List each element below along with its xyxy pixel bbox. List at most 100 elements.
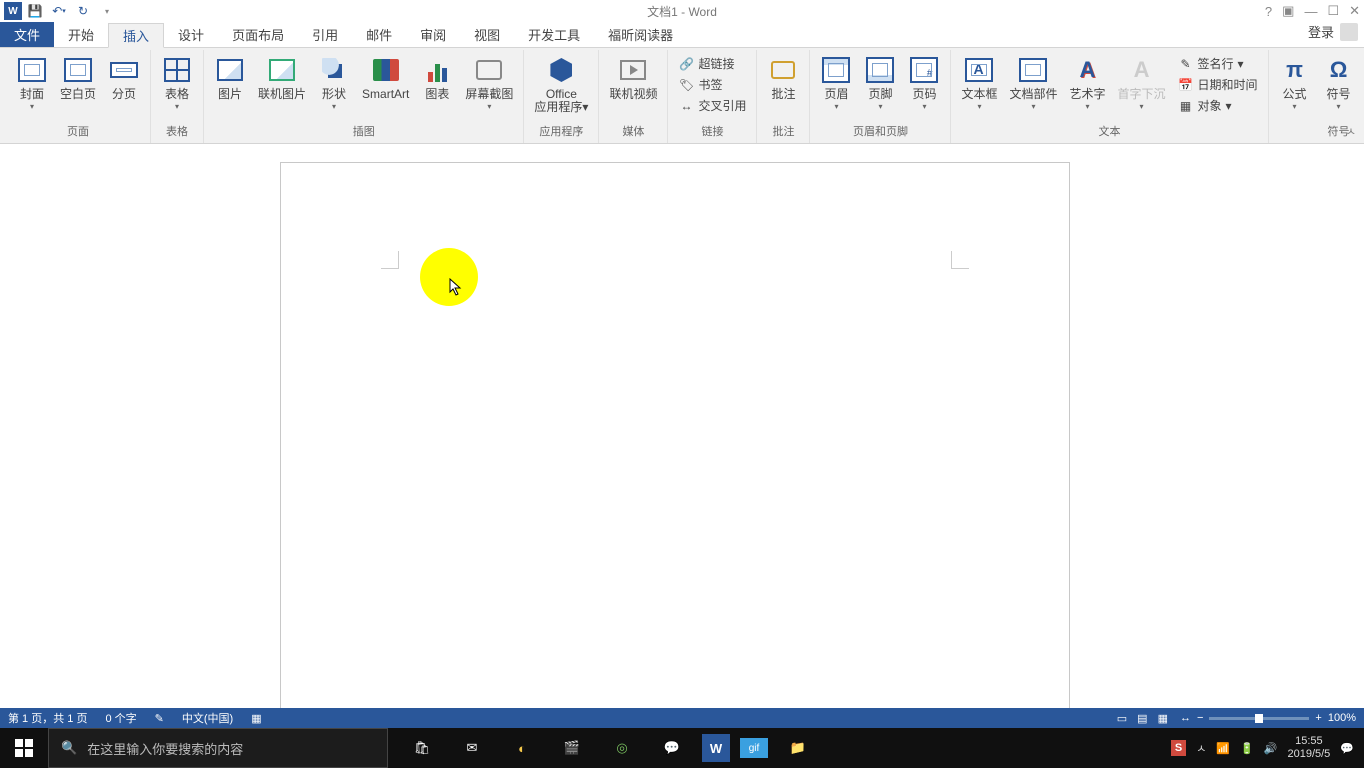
login-link[interactable]: 登录 [1308,22,1334,41]
tray-chevron[interactable]: ㅅ [1196,740,1206,756]
group-tables: 表格▾ 表格 [151,50,204,143]
statusbar: 第 1 页，共 1 页 0 个字 ✎ 中文(中国) ▦ ▭ ▤ ▦ ↔ − + … [0,708,1364,728]
signature-button[interactable]: ✎签名行 ▾ [1174,54,1262,73]
taskbar-wechat[interactable]: 💬 [652,728,692,768]
tray-battery-icon[interactable]: 🔋 [1240,742,1254,755]
datetime-button[interactable]: 📅日期和时间 [1174,75,1262,94]
screenshot-button[interactable]: 屏幕截图▾ [461,52,517,113]
search-icon: 🔍 [61,740,77,756]
zoom-fit-button[interactable]: ↔ [1180,712,1191,724]
status-macro[interactable]: ▦ [251,712,261,725]
office-apps-button[interactable]: Office应用程序▾ [530,52,592,116]
shapes-button[interactable]: 形状▾ [314,52,354,113]
equation-button[interactable]: π公式▾ [1275,52,1315,113]
qat-customize[interactable]: ▾ [96,1,118,21]
taskbar-movies[interactable]: 🎬 [552,728,592,768]
smartart-button[interactable]: SmartArt [358,52,413,103]
search-placeholder: 在这里输入你要搜索的内容 [87,739,243,758]
ribbon-collapse-button[interactable]: ㅅ [1346,123,1356,139]
undo-button[interactable]: ↶▾ [48,1,70,21]
page-break-button[interactable]: 分页 [104,52,144,103]
taskbar-mail[interactable]: ✉ [452,728,492,768]
group-pages: 封面▾ 空白页 分页 页面 [6,50,151,143]
online-picture-button[interactable]: 联机图片 [254,52,310,103]
tab-foxit[interactable]: 福昕阅读器 [594,22,687,47]
dropcap-button[interactable]: A首字下沉▾ [1114,52,1170,113]
tab-home[interactable]: 开始 [54,22,108,47]
status-language[interactable]: 中文(中国) [182,710,233,726]
redo-button[interactable]: ↻ [72,1,94,21]
close-button[interactable]: ✕ [1349,3,1360,19]
taskbar-browser[interactable]: ◐ [502,728,542,768]
group-comments-label: 批注 [772,121,794,143]
chart-button[interactable]: 图表 [417,52,457,103]
taskbar-explorer[interactable]: 📁 [778,728,818,768]
status-page[interactable]: 第 1 页，共 1 页 [8,710,87,726]
wordart-button[interactable]: A艺术字▾ [1066,52,1110,113]
window-title: 文档1 - Word [647,3,717,20]
tab-references[interactable]: 引用 [298,22,352,47]
document-area[interactable] [0,144,1364,710]
taskbar-search[interactable]: 🔍 在这里输入你要搜索的内容 [48,728,388,768]
parts-button[interactable]: 文档部件▾ [1005,52,1061,113]
view-read-button[interactable]: ▭ [1117,712,1127,725]
hyperlink-button[interactable]: 🔗超链接 [674,54,750,73]
ribbon: 封面▾ 空白页 分页 页面 表格▾ 表格 图片 联机图片 形状▾ SmartAr… [0,48,1364,144]
cover-page-button[interactable]: 封面▾ [12,52,52,113]
maximize-button[interactable]: ☐ [1327,3,1339,19]
start-button[interactable] [0,728,48,768]
avatar-icon[interactable] [1340,23,1358,41]
table-button[interactable]: 表格▾ [157,52,197,113]
pagenum-button[interactable]: #页码▾ [904,52,944,113]
status-views: ▭ ▤ ▦ [1117,712,1168,725]
footer-button[interactable]: 页脚▾ [860,52,900,113]
status-proofing[interactable]: ✎ [155,712,164,725]
save-button[interactable]: 💾 [24,1,46,21]
tab-insert[interactable]: 插入 [108,23,164,48]
zoom-out-button[interactable]: − [1197,712,1203,724]
group-links-label: 链接 [701,121,723,143]
blank-page-button[interactable]: 空白页 [56,52,100,103]
comment-button[interactable]: 批注 [763,52,803,103]
view-print-button[interactable]: ▤ [1137,712,1147,725]
quick-access-toolbar: W 💾 ↶▾ ↻ ▾ [0,1,118,21]
help-button[interactable]: ? [1265,4,1272,19]
tray-ime[interactable]: S [1171,740,1186,756]
taskbar-store[interactable]: 🛍 [402,728,442,768]
status-words[interactable]: 0 个字 [105,710,136,726]
tab-developer[interactable]: 开发工具 [514,22,594,47]
ribbon-tabs: 文件 开始 插入 设计 页面布局 引用 邮件 审阅 视图 开发工具 福昕阅读器 … [0,22,1364,48]
tray-notifications[interactable]: 💬 [1340,742,1354,755]
tab-layout[interactable]: 页面布局 [218,22,298,47]
tray-clock[interactable]: 15:55 2019/5/5 [1287,735,1330,761]
zoom-slider[interactable] [1209,717,1309,720]
view-web-button[interactable]: ▦ [1158,712,1168,725]
ribbon-display-button[interactable]: ▣ [1282,3,1294,19]
object-button[interactable]: ▦对象 ▾ [1174,96,1262,115]
picture-button[interactable]: 图片 [210,52,250,103]
header-button[interactable]: 页眉▾ [816,52,856,113]
tray-wifi-icon[interactable]: 📶 [1216,742,1230,755]
tab-design[interactable]: 设计 [164,22,218,47]
group-illustrations: 图片 联机图片 形状▾ SmartArt 图表 屏幕截图▾ 插图 [204,50,524,143]
tray-volume-icon[interactable]: 🔊 [1264,742,1278,755]
tab-mailings[interactable]: 邮件 [352,22,406,47]
group-apps-label: 应用程序 [539,121,583,143]
taskbar-word[interactable]: W [702,734,730,762]
textbox-button[interactable]: A文本框▾ [957,52,1001,113]
tab-file[interactable]: 文件 [0,22,54,47]
taskbar-gif[interactable]: gif [740,738,768,758]
page[interactable] [280,162,1070,710]
bookmark-button[interactable]: 🏷书签 [674,75,750,94]
symbol-button[interactable]: Ω符号▾ [1319,52,1359,113]
zoom-value[interactable]: 100% [1328,712,1356,724]
group-text-label: 文本 [1099,121,1121,143]
tab-review[interactable]: 审阅 [406,22,460,47]
taskbar-app1[interactable]: ◎ [602,728,642,768]
crossref-button[interactable]: ↔交叉引用 [674,96,750,115]
group-media-label: 媒体 [622,121,644,143]
minimize-button[interactable]: — [1304,4,1317,19]
tab-view[interactable]: 视图 [460,22,514,47]
online-video-button[interactable]: 联机视频 [605,52,661,103]
zoom-in-button[interactable]: + [1315,712,1321,724]
